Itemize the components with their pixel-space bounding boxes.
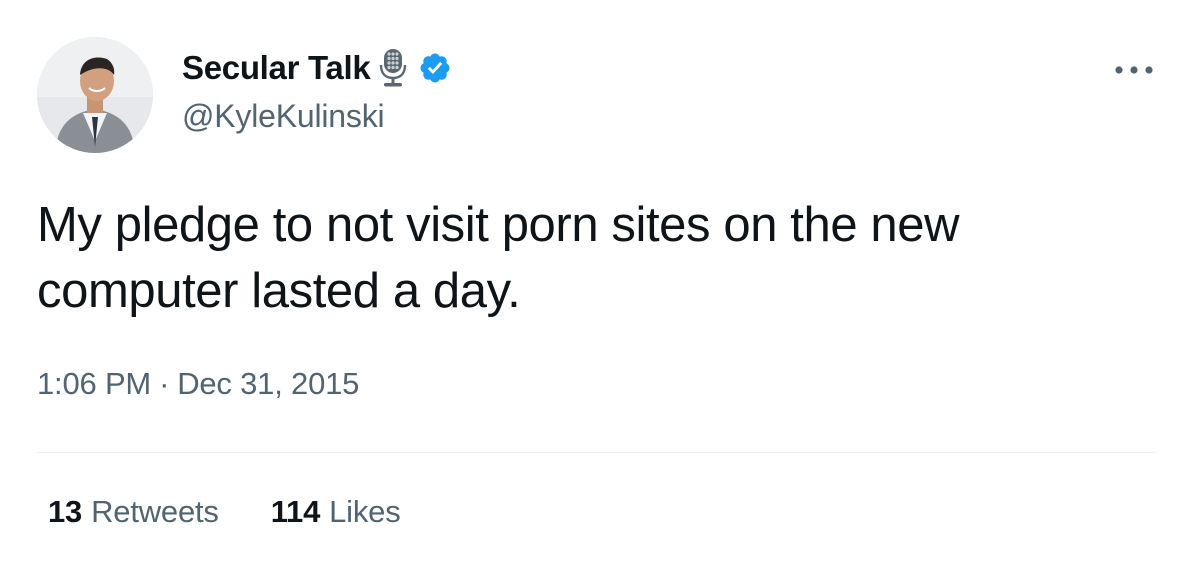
avatar[interactable] bbox=[37, 37, 153, 153]
studio-microphone-icon bbox=[376, 48, 410, 88]
author-display-name[interactable]: Secular Talk bbox=[182, 49, 371, 87]
likes-count: 114 bbox=[270, 494, 321, 529]
retweets-label: Retweets bbox=[91, 494, 219, 529]
likes-label: Likes bbox=[329, 494, 401, 529]
divider bbox=[37, 452, 1157, 453]
tweet-text: My pledge to not visit porn sites on the… bbox=[37, 198, 960, 318]
author-name-row: Secular Talk bbox=[182, 44, 452, 92]
timestamp-separator: · bbox=[159, 366, 170, 401]
verified-badge-icon[interactable] bbox=[418, 51, 452, 85]
retweets-stat[interactable]: 13 Retweets bbox=[48, 494, 219, 530]
more-options-button[interactable] bbox=[1112, 56, 1156, 84]
tweet-timestamp[interactable]: 1:06 PM · Dec 31, 2015 bbox=[37, 366, 359, 402]
tweet-time: 1:06 PM bbox=[37, 366, 152, 401]
tweet-date: Dec 31, 2015 bbox=[177, 366, 360, 401]
tweet-card: Secular Talk @KyleKulinski My pledge to … bbox=[0, 0, 1192, 572]
engagement-stats: 13 Retweets 114 Likes bbox=[48, 494, 401, 530]
likes-stat[interactable]: 114 Likes bbox=[271, 494, 401, 530]
author-handle[interactable]: @KyleKulinski bbox=[182, 98, 385, 135]
more-options-icon bbox=[1115, 66, 1153, 74]
retweets-count: 13 bbox=[48, 494, 83, 529]
avatar-photo bbox=[37, 37, 153, 153]
